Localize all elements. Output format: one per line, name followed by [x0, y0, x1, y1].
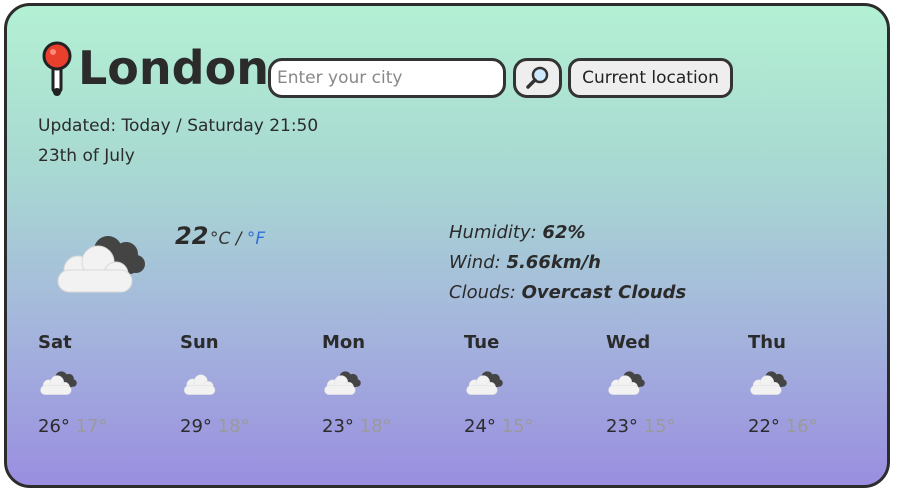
current-date: 23th of July: [38, 146, 135, 166]
clouds-row: Clouds: Overcast Clouds: [449, 281, 686, 311]
city-name: London: [78, 41, 269, 95]
broken-clouds-icon: [38, 368, 138, 408]
humidity-value: 62%: [542, 222, 586, 243]
search-button[interactable]: [513, 58, 562, 98]
humidity-label: Humidity:: [449, 222, 537, 243]
forecast-min: 16°: [785, 416, 818, 437]
forecast-day-name: Sat: [38, 332, 72, 353]
wind-label: Wind:: [449, 252, 501, 273]
forecast-max: 22°: [748, 416, 780, 437]
forecast-day-name: Tue: [464, 332, 500, 353]
forecast-day-name: Thu: [748, 332, 786, 353]
forecast-max: 29°: [180, 416, 212, 437]
magnifier-icon: [516, 65, 559, 91]
forecast-max: 23°: [322, 416, 354, 437]
clouds-label: Clouds:: [449, 282, 516, 303]
forecast-day: Sat 26° 17°: [38, 332, 138, 437]
current-temperature: 22: [175, 222, 209, 250]
forecast-max: 24°: [464, 416, 496, 437]
few-clouds-icon: [180, 368, 280, 408]
celsius-unit[interactable]: °C: [210, 229, 230, 249]
clouds-value: Overcast Clouds: [521, 282, 687, 303]
broken-clouds-icon: [464, 368, 564, 408]
broken-clouds-icon: [52, 232, 148, 300]
forecast-min: 18°: [217, 416, 250, 437]
forecast-min: 15°: [501, 416, 534, 437]
forecast-day: Sun 29° 18°: [180, 332, 280, 437]
weather-details: Humidity: 62% Wind: 5.66km/h Clouds: Ove…: [449, 221, 686, 311]
forecast-day-name: Mon: [322, 332, 366, 353]
broken-clouds-icon: [322, 368, 422, 408]
wind-row: Wind: 5.66km/h: [449, 251, 686, 281]
forecast-max: 26°: [38, 416, 70, 437]
forecast-max: 23°: [606, 416, 638, 437]
forecast-day-name: Sun: [180, 332, 219, 353]
unit-switch: °C / °F: [210, 229, 265, 249]
wind-value: 5.66km/h: [506, 252, 601, 273]
unit-separator: /: [235, 229, 242, 249]
forecast-min: 18°: [359, 416, 392, 437]
updated-time: Updated: Today / Saturday 21:50: [38, 116, 319, 136]
map-pin-icon: [40, 40, 74, 102]
forecast-day: Tue 24° 15°: [464, 332, 564, 437]
forecast-min: 15°: [643, 416, 676, 437]
search-input[interactable]: [268, 58, 506, 98]
forecast-day: Mon 23° 18°: [322, 332, 422, 437]
forecast-day: Thu 22° 16°: [748, 332, 848, 437]
broken-clouds-icon: [748, 368, 848, 408]
forecast-day: Wed 23° 15°: [606, 332, 706, 437]
fahrenheit-link[interactable]: °F: [247, 229, 265, 249]
humidity-row: Humidity: 62%: [449, 221, 686, 251]
forecast-day-name: Wed: [606, 332, 651, 353]
current-location-button[interactable]: Current location: [568, 58, 733, 98]
broken-clouds-icon: [606, 368, 706, 408]
forecast-min: 17°: [75, 416, 108, 437]
